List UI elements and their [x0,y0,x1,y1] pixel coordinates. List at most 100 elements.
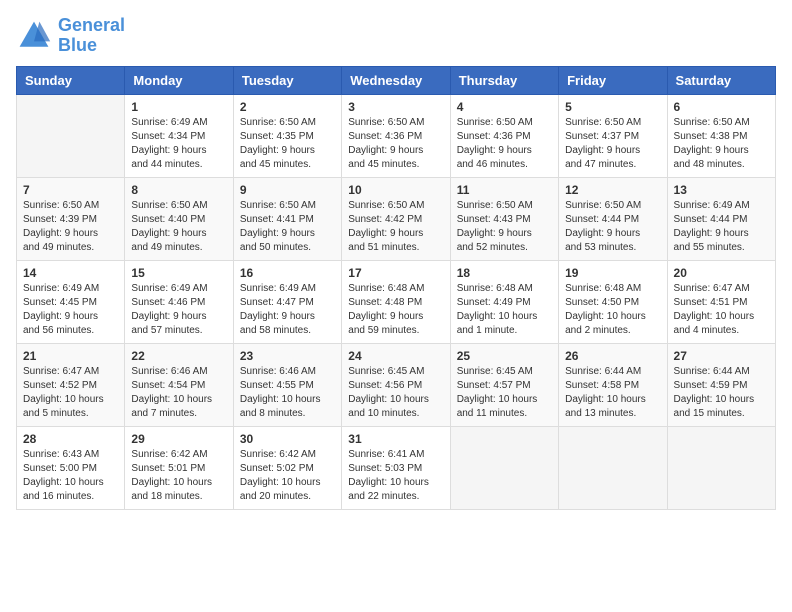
calendar-day-cell [667,426,775,509]
day-of-week-header: Wednesday [342,66,450,94]
day-number: 10 [348,183,443,197]
logo-text: General Blue [58,16,125,56]
calendar-day-cell: 23Sunrise: 6:46 AM Sunset: 4:55 PM Dayli… [233,343,341,426]
day-info: Sunrise: 6:50 AM Sunset: 4:39 PM Dayligh… [23,199,118,255]
day-info: Sunrise: 6:43 AM Sunset: 5:00 PM Dayligh… [23,448,118,504]
day-number: 7 [23,183,118,197]
day-number: 21 [23,349,118,363]
calendar-week-row: 1 Sunrise: 6:49 AM Sunset: 4:34 PM Daylig… [17,94,776,177]
day-info: Sunrise: 6:42 AM Sunset: 5:02 PM Dayligh… [240,448,335,504]
calendar-day-cell: 17 Sunrise: 6:48 AM Sunset: 4:48 PM Dayli… [342,260,450,343]
calendar-day-cell: 25Sunrise: 6:45 AM Sunset: 4:57 PM Dayli… [450,343,558,426]
day-number: 23 [240,349,335,363]
day-of-week-header: Saturday [667,66,775,94]
calendar-day-cell: 1 Sunrise: 6:49 AM Sunset: 4:34 PM Daylig… [125,94,233,177]
day-number: 1 [131,100,226,114]
day-info: Sunrise: 6:50 AM Sunset: 4:38 PM Dayligh… [674,116,769,172]
day-number: 24 [348,349,443,363]
calendar-day-cell: 27 Sunrise: 6:44 AM Sunset: 4:59 PM Dayli… [667,343,775,426]
calendar-day-cell [559,426,667,509]
calendar-table: SundayMondayTuesdayWednesdayThursdayFrid… [16,66,776,510]
day-number: 18 [457,266,552,280]
calendar-week-row: 14 Sunrise: 6:49 AM Sunset: 4:45 PM Dayli… [17,260,776,343]
day-info: Sunrise: 6:50 AM Sunset: 4:35 PM Dayligh… [240,116,335,172]
calendar-day-cell: 21 Sunrise: 6:47 AM Sunset: 4:52 PM Dayli… [17,343,125,426]
calendar-day-cell: 10 Sunrise: 6:50 AM Sunset: 4:42 PM Dayli… [342,177,450,260]
day-info: Sunrise: 6:44 AM Sunset: 4:58 PM Dayligh… [565,365,660,421]
day-info: Sunrise: 6:49 AM Sunset: 4:34 PM Dayligh… [131,116,226,172]
day-number: 17 [348,266,443,280]
day-info: Sunrise: 6:48 AM Sunset: 4:50 PM Dayligh… [565,282,660,338]
logo: General Blue [16,16,125,56]
day-number: 13 [674,183,769,197]
day-number: 27 [674,349,769,363]
day-of-week-header: Thursday [450,66,558,94]
calendar-day-cell: 8 Sunrise: 6:50 AM Sunset: 4:40 PM Daylig… [125,177,233,260]
calendar-day-cell: 14 Sunrise: 6:49 AM Sunset: 4:45 PM Dayli… [17,260,125,343]
day-number: 30 [240,432,335,446]
day-info: Sunrise: 6:49 AM Sunset: 4:44 PM Dayligh… [674,199,769,255]
day-number: 15 [131,266,226,280]
day-number: 11 [457,183,552,197]
calendar-day-cell: 28 Sunrise: 6:43 AM Sunset: 5:00 PM Dayli… [17,426,125,509]
calendar-day-cell: 4Sunrise: 6:50 AM Sunset: 4:36 PM Daylig… [450,94,558,177]
day-info: Sunrise: 6:49 AM Sunset: 4:45 PM Dayligh… [23,282,118,338]
day-number: 2 [240,100,335,114]
calendar-day-cell: 31 Sunrise: 6:41 AM Sunset: 5:03 PM Dayli… [342,426,450,509]
calendar-day-cell: 5 Sunrise: 6:50 AM Sunset: 4:37 PM Daylig… [559,94,667,177]
calendar-day-cell: 15 Sunrise: 6:49 AM Sunset: 4:46 PM Dayli… [125,260,233,343]
day-info: Sunrise: 6:47 AM Sunset: 4:52 PM Dayligh… [23,365,118,421]
calendar-day-cell: 12 Sunrise: 6:50 AM Sunset: 4:44 PM Dayli… [559,177,667,260]
day-info: Sunrise: 6:41 AM Sunset: 5:03 PM Dayligh… [348,448,443,504]
calendar-day-cell: 29Sunrise: 6:42 AM Sunset: 5:01 PM Dayli… [125,426,233,509]
day-info: Sunrise: 6:49 AM Sunset: 4:47 PM Dayligh… [240,282,335,338]
day-of-week-header: Monday [125,66,233,94]
day-info: Sunrise: 6:44 AM Sunset: 4:59 PM Dayligh… [674,365,769,421]
day-number: 6 [674,100,769,114]
day-of-week-header: Tuesday [233,66,341,94]
day-number: 4 [457,100,552,114]
calendar-week-row: 21 Sunrise: 6:47 AM Sunset: 4:52 PM Dayli… [17,343,776,426]
day-info: Sunrise: 6:48 AM Sunset: 4:49 PM Dayligh… [457,282,552,338]
calendar-day-cell: 6 Sunrise: 6:50 AM Sunset: 4:38 PM Daylig… [667,94,775,177]
calendar-header-row: SundayMondayTuesdayWednesdayThursdayFrid… [17,66,776,94]
day-number: 26 [565,349,660,363]
calendar-day-cell: 11 Sunrise: 6:50 AM Sunset: 4:43 PM Dayli… [450,177,558,260]
day-number: 20 [674,266,769,280]
day-info: Sunrise: 6:50 AM Sunset: 4:42 PM Dayligh… [348,199,443,255]
day-number: 14 [23,266,118,280]
day-number: 28 [23,432,118,446]
day-info: Sunrise: 6:48 AM Sunset: 4:48 PM Dayligh… [348,282,443,338]
calendar-day-cell: 19 Sunrise: 6:48 AM Sunset: 4:50 PM Dayli… [559,260,667,343]
day-number: 12 [565,183,660,197]
calendar-day-cell: 22Sunrise: 6:46 AM Sunset: 4:54 PM Dayli… [125,343,233,426]
day-info: Sunrise: 6:50 AM Sunset: 4:37 PM Dayligh… [565,116,660,172]
day-info: Sunrise: 6:50 AM Sunset: 4:43 PM Dayligh… [457,199,552,255]
day-number: 8 [131,183,226,197]
calendar-day-cell: 7 Sunrise: 6:50 AM Sunset: 4:39 PM Daylig… [17,177,125,260]
calendar-day-cell: 2 Sunrise: 6:50 AM Sunset: 4:35 PM Daylig… [233,94,341,177]
day-number: 19 [565,266,660,280]
calendar-day-cell: 13 Sunrise: 6:49 AM Sunset: 4:44 PM Dayli… [667,177,775,260]
day-of-week-header: Friday [559,66,667,94]
calendar-week-row: 7 Sunrise: 6:50 AM Sunset: 4:39 PM Daylig… [17,177,776,260]
day-number: 31 [348,432,443,446]
day-info: Sunrise: 6:50 AM Sunset: 4:41 PM Dayligh… [240,199,335,255]
calendar-day-cell: 9 Sunrise: 6:50 AM Sunset: 4:41 PM Daylig… [233,177,341,260]
calendar-day-cell: 3Sunrise: 6:50 AM Sunset: 4:36 PM Daylig… [342,94,450,177]
calendar-day-cell: 18 Sunrise: 6:48 AM Sunset: 4:49 PM Dayli… [450,260,558,343]
day-info: Sunrise: 6:50 AM Sunset: 4:40 PM Dayligh… [131,199,226,255]
day-info: Sunrise: 6:45 AM Sunset: 4:56 PM Dayligh… [348,365,443,421]
day-info: Sunrise: 6:50 AM Sunset: 4:44 PM Dayligh… [565,199,660,255]
day-of-week-header: Sunday [17,66,125,94]
day-info: Sunrise: 6:42 AM Sunset: 5:01 PM Dayligh… [131,448,226,504]
day-number: 16 [240,266,335,280]
day-number: 9 [240,183,335,197]
day-info: Sunrise: 6:45 AM Sunset: 4:57 PM Dayligh… [457,365,552,421]
day-info: Sunrise: 6:49 AM Sunset: 4:46 PM Dayligh… [131,282,226,338]
day-number: 22 [131,349,226,363]
day-number: 5 [565,100,660,114]
day-number: 3 [348,100,443,114]
calendar-day-cell: 20 Sunrise: 6:47 AM Sunset: 4:51 PM Dayli… [667,260,775,343]
day-info: Sunrise: 6:47 AM Sunset: 4:51 PM Dayligh… [674,282,769,338]
